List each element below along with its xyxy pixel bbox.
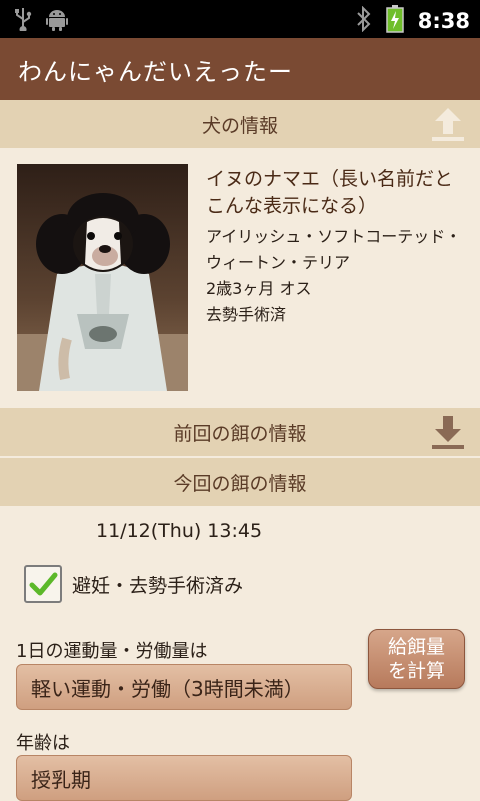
app-bar: わんにゃんだいえったー [0,38,480,100]
dog-photo [17,164,188,391]
battery-charging-icon [386,5,404,37]
dog-name: イヌのナマエ（長い名前だとこんな表示になる） [206,168,454,217]
activity-select[interactable]: 軽い運動・労働（3時間未満） [16,664,352,710]
previous-feeding-header-label: 前回の餌の情報 [173,422,307,445]
dog-breed: アイリッシュ・ソフトコーテッド・ウィートン・テリア [206,227,462,272]
current-feeding-header: 今回の餌の情報 [0,458,480,506]
bluetooth-icon [356,5,372,36]
calculate-feeding-button-label: 給餌量 を計算 [387,636,445,682]
activity-select-value: 軽い運動・労働（3時間未満） [31,676,304,701]
status-bar: 8:38 [0,0,480,38]
android-icon [46,7,68,35]
checkmark-icon [29,572,58,596]
current-feeding-header-label: 今回の餌の情報 [173,472,307,495]
feeding-datetime[interactable]: 11/12(Thu) 13:45 [96,520,262,542]
activity-label: 1日の運動量・労働量は [16,641,208,662]
age-select[interactable]: 授乳期 [16,755,352,801]
dog-card[interactable]: イヌのナマエ（長い名前だとこんな表示になる） アイリッシュ・ソフトコーテッド・ウ… [0,150,480,408]
app-title: わんにゃんだいえったー [18,57,293,86]
age-label: 年齢は [16,733,70,754]
usb-icon [14,7,32,35]
dog-info-header: 犬の情報 [0,100,480,148]
neutered-checkbox[interactable] [24,565,62,603]
neutered-checkbox-row[interactable]: 避妊・去勢手術済み [24,565,243,603]
previous-feeding-header[interactable]: 前回の餌の情報 [0,408,480,456]
dog-info: イヌのナマエ（長い名前だとこんな表示になる） アイリッシュ・ソフトコーテッド・ウ… [206,166,466,328]
dog-info-header-label: 犬の情報 [201,114,278,137]
calculate-feeding-button[interactable]: 給餌量 を計算 [368,629,465,689]
neutered-label: 避妊・去勢手術済み [72,574,244,597]
dog-status: 去勢手術済 [206,305,287,324]
dog-age-sex: 2歳3ヶ月 オス [206,279,312,298]
download-arrow-icon[interactable] [428,412,468,452]
clock-time: 8:38 [417,9,470,33]
age-select-value: 授乳期 [31,767,91,792]
upload-arrow-icon[interactable] [428,104,468,144]
